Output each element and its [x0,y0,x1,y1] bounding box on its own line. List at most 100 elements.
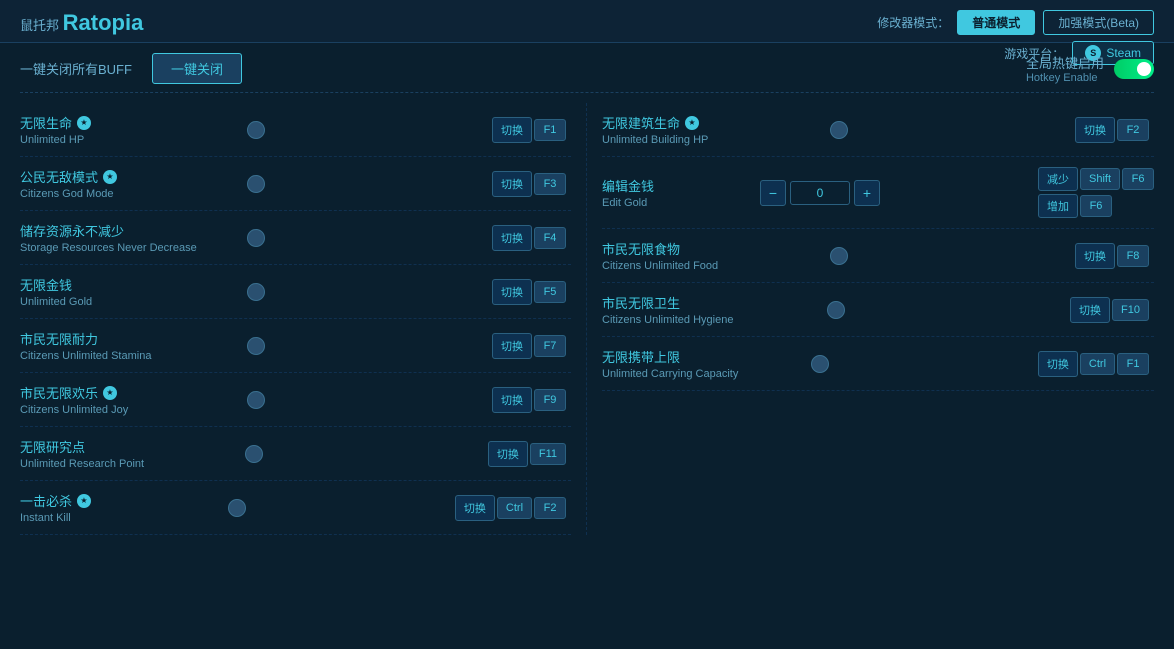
cheat-name-cn: 一击必杀 ★ [20,491,218,510]
mode-beta-button[interactable]: 加强模式(Beta) [1043,10,1154,35]
cheat-name-en: Citizens God Mode [20,188,237,200]
cheat-name-en: Citizens Unlimited Hygiene [602,314,817,326]
cheat-name-en: Unlimited HP [20,134,237,146]
switch-btn-joy[interactable]: 切换 [492,387,532,413]
star-icon: ★ [685,116,699,130]
increase-btn[interactable]: 增加 [1038,194,1078,218]
cheat-info: 无限建筑生命 ★ Unlimited Building HP [602,113,820,146]
header: 鼠托邦 Ratopia 修改器模式： 普通模式 加强模式(Beta) 游戏平台：… [0,0,1174,43]
cheat-name-cn: 储存资源永不减少 [20,221,237,240]
toggle-storage[interactable] [247,229,265,247]
cheat-name-en: Unlimited Gold [20,296,237,308]
cheat-row-joy: 市民无限欢乐 ★ Citizens Unlimited Joy 切换 F9 [20,373,571,427]
cheat-col-left: 无限生命 ★ Unlimited HP 切换 F1 [20,103,587,535]
cheat-info: 无限金钱 Unlimited Gold [20,275,237,308]
switch-btn-hp[interactable]: 切换 [492,117,532,143]
increase-gold-btn[interactable]: + [854,180,880,206]
switch-btn-hygiene[interactable]: 切换 [1070,297,1110,323]
cheat-name-cn: 无限研究点 [20,437,235,456]
key-btn-group: 切换 F11 [488,441,566,467]
cheat-name-en: Unlimited Carrying Capacity [602,368,801,380]
switch-btn-food[interactable]: 切换 [1075,243,1115,269]
cheat-row-gold: 无限金钱 Unlimited Gold 切换 F5 [20,265,571,319]
key-btn-group: 切换 Ctrl F2 [455,495,566,521]
key-ctrl-kill: Ctrl [497,497,532,519]
hotkey-label: 全局热键启用 [1026,53,1104,72]
cheat-row-storage: 储存资源永不减少 Storage Resources Never Decreas… [20,211,571,265]
switch-btn-research[interactable]: 切换 [488,441,528,467]
cheat-name-en: Citizens Unlimited Joy [20,404,237,416]
toggle-hygiene[interactable] [827,301,845,319]
reduce-btn[interactable]: 减少 [1038,167,1078,191]
cheat-name-en: Citizens Unlimited Food [602,260,820,272]
switch-btn-stamina[interactable]: 切换 [492,333,532,359]
top-bar: 一键关闭所有BUFF 一键关闭 全局热键启用 Hotkey Enable [20,53,1154,93]
cheat-row-stamina: 市民无限耐力 Citizens Unlimited Stamina 切换 F7 [20,319,571,373]
switch-btn-god[interactable]: 切换 [492,171,532,197]
decrease-gold-btn[interactable]: − [760,180,786,206]
cheat-name-cn: 市民无限食物 [602,239,820,258]
cheat-row-instant-kill: 一击必杀 ★ Instant Kill 切换 Ctrl F2 [20,481,571,535]
top-bar-left: 一键关闭所有BUFF 一键关闭 [20,53,242,84]
key-f11: F11 [530,443,566,465]
toggle-hp[interactable] [247,121,265,139]
toggle-joy[interactable] [247,391,265,409]
key-f3: F3 [534,173,566,195]
switch-btn-building-hp[interactable]: 切换 [1075,117,1115,143]
cheat-row-research: 无限研究点 Unlimited Research Point 切换 F11 [20,427,571,481]
toggle-stamina[interactable] [247,337,265,355]
star-icon: ★ [103,170,117,184]
key-f10: F10 [1112,299,1149,321]
cheat-name-cn: 无限建筑生命 ★ [602,113,820,132]
key-btn-group: 切换 F5 [492,279,566,305]
cheat-info: 编辑金钱 Edit Gold [602,176,760,209]
toggle-gold[interactable] [247,283,265,301]
switch-btn-storage[interactable]: 切换 [492,225,532,251]
gold-input[interactable] [790,181,850,205]
toggle-research[interactable] [245,445,263,463]
key-f2-kill: F2 [534,497,566,519]
cheat-name-cn: 无限生命 ★ [20,113,237,132]
cheat-name-cn: 编辑金钱 [602,176,760,195]
switch-btn-kill[interactable]: 切换 [455,495,495,521]
toggle-food[interactable] [830,247,848,265]
reduce-row: 减少 Shift F6 [1038,167,1154,191]
hotkey-toggle[interactable] [1114,59,1154,79]
toggle-god[interactable] [247,175,265,193]
switch-btn-gold[interactable]: 切换 [492,279,532,305]
cheat-info: 市民无限食物 Citizens Unlimited Food [602,239,820,272]
cheat-info: 储存资源永不减少 Storage Resources Never Decreas… [20,221,237,254]
switch-btn-carrying[interactable]: 切换 [1038,351,1078,377]
app-name-en: Ratopia [63,10,144,35]
cheat-row-edit-gold: 编辑金钱 Edit Gold − + 减少 Shift [602,157,1154,229]
key-btn-group: 切换 F3 [492,171,566,197]
number-input-group: − + [760,180,880,206]
toggle-kill[interactable] [228,499,246,517]
cheat-col-right: 无限建筑生命 ★ Unlimited Building HP 切换 F2 [587,103,1154,535]
toggle-carrying[interactable] [811,355,829,373]
cheat-row-god-mode: 公民无敌模式 ★ Citizens God Mode 切换 F3 [20,157,571,211]
increase-row: 增加 F6 [1038,194,1154,218]
cheat-row-hygiene: 市民无限卫生 Citizens Unlimited Hygiene 切换 F10 [602,283,1154,337]
key-f1-carry: F1 [1117,353,1149,375]
star-icon: ★ [103,386,117,400]
star-icon: ★ [77,494,91,508]
cheat-name-cn: 无限金钱 [20,275,237,294]
toggle-building-hp[interactable] [830,121,848,139]
hotkey-labels: 全局热键启用 Hotkey Enable [1026,53,1104,84]
mode-normal-button[interactable]: 普通模式 [957,10,1035,35]
cheat-info: 市民无限耐力 Citizens Unlimited Stamina [20,329,237,362]
buff-label: 一键关闭所有BUFF [20,59,132,78]
key-f6-increase: F6 [1080,195,1112,217]
key-btn-group: 切换 F2 [1075,117,1149,143]
cheat-info: 无限生命 ★ Unlimited HP [20,113,237,146]
cheat-name-en: Instant Kill [20,512,218,524]
cheat-name-en: Citizens Unlimited Stamina [20,350,237,362]
close-all-button[interactable]: 一键关闭 [152,53,242,84]
cheat-name-cn: 无限携带上限 [602,347,801,366]
cheat-row-food: 市民无限食物 Citizens Unlimited Food 切换 F8 [602,229,1154,283]
stacked-keys-gold: 减少 Shift F6 增加 F6 [1038,167,1154,218]
key-f8: F8 [1117,245,1149,267]
cheat-row-building-hp: 无限建筑生命 ★ Unlimited Building HP 切换 F2 [602,103,1154,157]
cheat-name-en: Unlimited Research Point [20,458,235,470]
